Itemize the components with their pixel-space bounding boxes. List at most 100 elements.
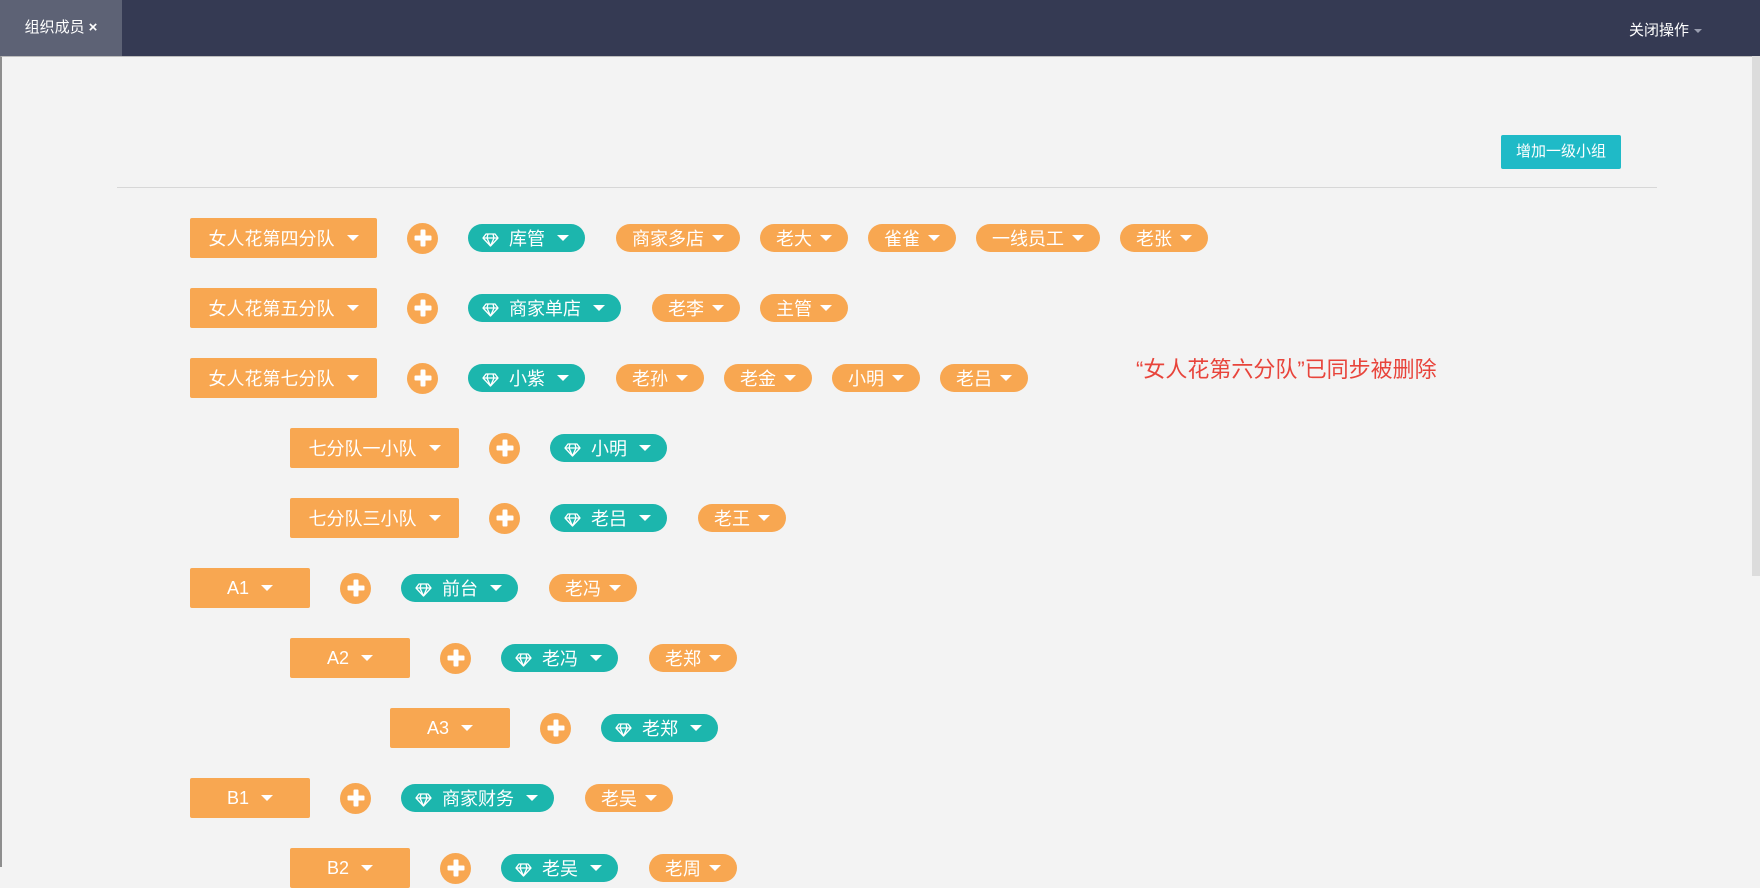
leader-name: 老吴	[542, 859, 578, 879]
member-name: 老李	[668, 299, 704, 319]
group-row: 七分队三小队 老吕 老王	[290, 498, 786, 538]
group-row: A1 前台 老冯	[190, 568, 637, 608]
group-dropdown-button[interactable]: 女人花第五分队	[190, 288, 377, 328]
leader-name: 老冯	[542, 649, 578, 669]
member-tag[interactable]: 老王	[698, 504, 786, 532]
member-tag[interactable]: 老吴	[585, 784, 673, 812]
diamond-icon	[482, 371, 499, 387]
member-tag[interactable]: 老孙	[616, 364, 704, 392]
plus-icon[interactable]	[340, 782, 371, 814]
group-dropdown-button[interactable]: 女人花第七分队	[190, 358, 377, 398]
caret-down-icon	[676, 375, 688, 381]
plus-icon[interactable]	[407, 292, 438, 324]
group-dropdown-button[interactable]: B1	[190, 778, 310, 818]
member-name: 雀雀	[884, 229, 920, 249]
leader-name: 前台	[442, 579, 478, 599]
leader-tag[interactable]: 老郑	[601, 714, 718, 742]
group-dropdown-button[interactable]: 七分队三小队	[290, 498, 459, 538]
member-tag[interactable]: 一线员工	[976, 224, 1100, 252]
member-name: 主管	[776, 299, 812, 319]
group-dropdown-button[interactable]: A1	[190, 568, 310, 608]
member-tag[interactable]: 老张	[1120, 224, 1208, 252]
leader-tag[interactable]: 前台	[401, 574, 518, 602]
member-tag[interactable]: 老吕	[940, 364, 1028, 392]
group-row: 女人花第四分队 库管 商家多店 老大 雀雀 一线员工 老张	[190, 218, 1208, 258]
member-tag[interactable]: 老周	[649, 854, 737, 882]
diamond-icon	[415, 791, 432, 807]
diamond-icon	[415, 581, 432, 597]
leader-tag[interactable]: 老吕	[550, 504, 667, 532]
group-tree: 女人花第四分队 库管 商家多店 老大 雀雀 一线员工 老张 女人花第五分队 商家单店 老李 主管 女人…	[0, 0, 1760, 888]
leader-tag[interactable]: 小紫	[468, 364, 585, 392]
leader-name: 小紫	[509, 369, 545, 389]
plus-icon[interactable]	[407, 222, 438, 254]
caret-down-icon	[709, 655, 721, 661]
member-tag[interactable]: 商家多店	[616, 224, 740, 252]
plus-icon[interactable]	[489, 502, 520, 534]
group-name: 女人花第五分队	[208, 299, 335, 319]
member-tag[interactable]: 雀雀	[868, 224, 956, 252]
caret-down-icon	[428, 445, 441, 451]
group-row: A2 老冯 老郑	[290, 638, 737, 678]
caret-down-icon	[645, 795, 657, 801]
caret-down-icon	[639, 445, 651, 451]
caret-down-icon	[712, 305, 724, 311]
leader-tag[interactable]: 库管	[468, 224, 585, 252]
plus-icon[interactable]	[440, 642, 471, 674]
caret-down-icon	[690, 725, 702, 731]
member-tag[interactable]: 老冯	[549, 574, 637, 602]
leader-name: 小明	[591, 439, 627, 459]
member-tag[interactable]: 老大	[760, 224, 848, 252]
caret-down-icon	[346, 305, 359, 311]
caret-down-icon	[361, 655, 374, 661]
caret-down-icon	[609, 585, 621, 591]
member-tag[interactable]: 老金	[724, 364, 812, 392]
plus-icon[interactable]	[440, 852, 471, 884]
member-name: 老郑	[665, 649, 701, 669]
member-tag[interactable]: 主管	[760, 294, 848, 322]
member-name: 老周	[665, 859, 701, 879]
leader-tag[interactable]: 老吴	[501, 854, 618, 882]
member-name: 商家多店	[632, 229, 704, 249]
group-dropdown-button[interactable]: A2	[290, 638, 410, 678]
member-name: 老王	[714, 509, 750, 529]
plus-icon[interactable]	[540, 712, 571, 744]
group-name: A2	[326, 647, 350, 668]
caret-down-icon	[1180, 235, 1192, 241]
leader-name: 老郑	[642, 719, 678, 739]
diamond-icon	[564, 511, 581, 527]
leader-tag[interactable]: 小明	[550, 434, 667, 462]
caret-down-icon	[261, 585, 274, 591]
group-dropdown-button[interactable]: 七分队一小队	[290, 428, 459, 468]
group-dropdown-button[interactable]: 女人花第四分队	[190, 218, 377, 258]
caret-down-icon	[758, 515, 770, 521]
leader-tag[interactable]: 老冯	[501, 644, 618, 672]
group-dropdown-button[interactable]: A3	[390, 708, 510, 748]
caret-down-icon	[1072, 235, 1084, 241]
member-name: 老金	[740, 369, 776, 389]
leader-name: 老吕	[591, 509, 627, 529]
leader-tag[interactable]: 商家财务	[401, 784, 554, 812]
plus-icon[interactable]	[489, 432, 520, 464]
group-row: 七分队一小队 小明	[290, 428, 667, 468]
plus-icon[interactable]	[340, 572, 371, 604]
member-tag[interactable]: 老李	[652, 294, 740, 322]
member-tag[interactable]: 老郑	[649, 644, 737, 672]
caret-down-icon	[361, 865, 374, 871]
caret-down-icon	[461, 725, 474, 731]
member-name: 一线员工	[992, 229, 1064, 249]
caret-down-icon	[526, 795, 538, 801]
caret-down-icon	[928, 235, 940, 241]
caret-down-icon	[557, 375, 569, 381]
group-dropdown-button[interactable]: B2	[290, 848, 410, 888]
diamond-icon	[482, 231, 499, 247]
leader-tag[interactable]: 商家单店	[468, 294, 621, 322]
member-tag[interactable]: 小明	[832, 364, 920, 392]
group-name: B1	[226, 787, 250, 808]
caret-down-icon	[639, 515, 651, 521]
caret-down-icon	[346, 375, 359, 381]
caret-down-icon	[261, 795, 274, 801]
caret-down-icon	[820, 305, 832, 311]
diamond-icon	[615, 721, 632, 737]
plus-icon[interactable]	[407, 362, 438, 394]
